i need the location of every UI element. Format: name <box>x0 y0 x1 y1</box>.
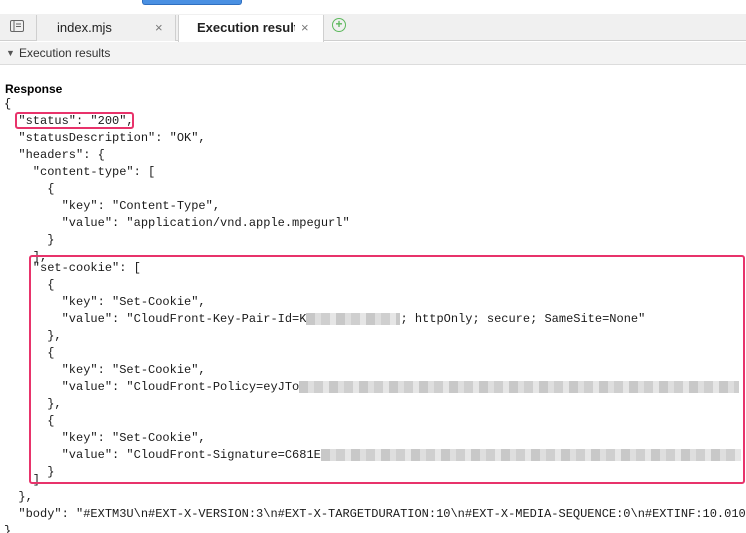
sidebar-toggle-icon[interactable] <box>10 20 24 32</box>
set-cookie-highlight-box <box>29 255 745 484</box>
tab-label: index.mjs <box>57 20 112 35</box>
execution-results-header[interactable]: ▼ Execution results <box>0 42 746 65</box>
code-line: } <box>4 524 12 533</box>
close-icon[interactable]: × <box>301 15 309 41</box>
code-line: "statusDescription": "OK", <box>4 131 206 145</box>
close-icon[interactable]: × <box>155 15 163 41</box>
page: index.mjs × Execution results × + ▼ Exec… <box>0 0 746 533</box>
tab-index-mjs[interactable]: index.mjs × <box>36 15 176 41</box>
status-highlight-box <box>15 112 134 129</box>
code-line: { <box>4 182 55 196</box>
code-line: "content-type": [ <box>4 165 156 179</box>
code-line: { <box>4 97 12 111</box>
code-line: "headers": { <box>4 148 105 162</box>
section-title: Execution results <box>19 46 111 60</box>
top-accent-bar <box>142 0 242 5</box>
code-line: "key": "Content-Type", <box>4 199 221 213</box>
code-line: } <box>4 233 55 247</box>
caret-down-icon: ▼ <box>6 48 15 58</box>
tab-bar: index.mjs × Execution results × + <box>0 14 746 42</box>
code-line: }, <box>4 490 33 504</box>
code-line: "body": "#EXTM3U\n#EXT-X-VERSION:3\n#EXT… <box>4 507 746 521</box>
tab-execution-results[interactable]: Execution results × <box>178 15 324 42</box>
code-line: "value": "application/vnd.apple.mpegurl" <box>4 216 350 230</box>
response-title: Response <box>5 82 63 96</box>
add-tab-icon[interactable]: + <box>332 18 346 32</box>
tab-label: Execution results <box>197 20 295 35</box>
